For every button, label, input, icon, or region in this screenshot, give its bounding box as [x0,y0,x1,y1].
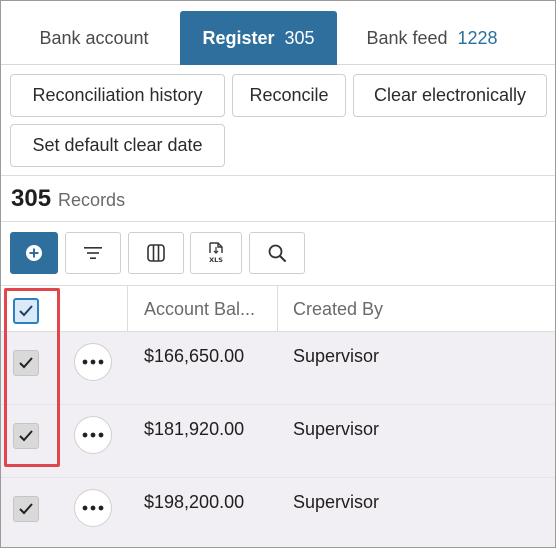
search-button[interactable] [249,232,305,274]
created-by-cell: Supervisor [293,346,380,366]
tab-label: Register [202,27,275,48]
row-actions-button[interactable] [74,489,112,527]
more-icon [82,505,104,511]
row-actions-button[interactable] [74,343,112,381]
add-icon [26,245,42,261]
reconcile-button[interactable]: Reconcile [232,74,346,117]
row-checkbox[interactable] [13,423,39,449]
check-icon [19,357,33,369]
table-row[interactable]: $166,650.00 Supervisor [1,332,555,405]
row-checkbox[interactable] [13,350,39,376]
reconciliation-history-button[interactable]: Reconciliation history [10,74,225,117]
account-balance-cell: $198,200.00 [144,492,245,512]
table-row[interactable]: $181,920.00 Supervisor [1,405,555,478]
check-icon [19,430,33,442]
register-panel: Bank account Register 305 Bank feed 1228… [0,0,556,548]
tab-bank-account[interactable]: Bank account [17,11,171,65]
more-icon [82,432,104,438]
records-summary: 305 Records [11,185,125,213]
account-balance-cell: $181,920.00 [144,419,245,439]
export-xls-button[interactable]: XLS [190,232,242,274]
row-actions-button[interactable] [74,416,112,454]
column-header-created-by[interactable]: Created By [293,286,383,332]
tab-count: 1228 [457,27,498,48]
filter-button[interactable] [65,232,121,274]
tab-bar: Bank account Register 305 Bank feed 1228 [1,1,555,65]
columns-button[interactable] [128,232,184,274]
search-icon [268,244,286,262]
row-checkbox[interactable] [13,496,39,522]
records-label: Records [58,190,126,210]
set-default-clear-date-button[interactable]: Set default clear date [10,124,225,167]
table-row[interactable]: $198,200.00 Supervisor [1,478,555,547]
column-header-account-balance[interactable]: Account Bal... [144,286,255,332]
more-icon [82,359,104,365]
column-separator [127,286,128,332]
divider [1,221,555,222]
clear-electronically-button[interactable]: Clear electronically [353,74,547,117]
records-count: 305 [11,185,52,212]
tab-count: 305 [284,27,315,48]
check-icon [19,503,33,515]
columns-icon [147,244,165,262]
tab-register[interactable]: Register 305 [180,11,337,65]
table-header: Account Bal... Created By [1,285,555,332]
filter-icon [84,247,102,259]
check-icon [19,305,33,317]
divider [1,175,555,176]
add-button[interactable] [10,232,58,274]
select-all-checkbox[interactable] [13,298,39,324]
created-by-cell: Supervisor [293,492,380,512]
svg-text:XLS: XLS [209,256,223,264]
tab-label: Bank feed [366,27,448,48]
column-separator [277,286,278,332]
tab-label: Bank account [39,27,149,48]
created-by-cell: Supervisor [293,419,380,439]
account-balance-cell: $166,650.00 [144,346,245,366]
tab-bank-feed[interactable]: Bank feed 1228 [347,11,517,65]
xls-export-icon: XLS [209,242,223,264]
